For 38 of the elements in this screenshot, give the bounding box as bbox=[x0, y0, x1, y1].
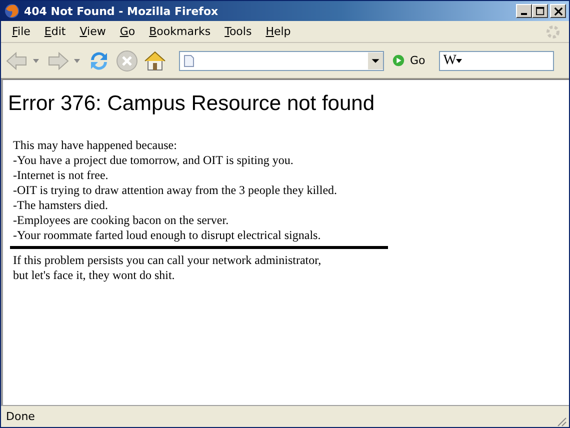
reason-text: -Employees are cooking bacon on the server. bbox=[13, 213, 230, 228]
close-icon bbox=[554, 6, 562, 16]
menu-item[interactable]: Help bbox=[258, 25, 298, 38]
menu-item[interactable]: Bookmarks bbox=[142, 25, 218, 38]
close-button[interactable] bbox=[550, 4, 566, 18]
menu-item[interactable]: Edit bbox=[37, 25, 73, 38]
reason-text: -Internet is not free. bbox=[13, 168, 110, 183]
reason-text: -Your roommate farted loud enough to disrupt electrical signals. bbox=[13, 228, 322, 243]
menu-item[interactable]: View bbox=[72, 25, 113, 38]
maximize-button[interactable] bbox=[532, 4, 548, 18]
footer-text: but let's face it, they wont do shit. bbox=[13, 268, 176, 283]
reason-text: -You have a project due tomorrow, and OIT is spiting you. bbox=[13, 153, 294, 168]
go-button[interactable]: Go bbox=[388, 54, 430, 67]
intro-text: This may have happened because: bbox=[13, 138, 178, 153]
throbber-icon bbox=[545, 24, 561, 40]
page-icon bbox=[184, 54, 194, 66]
stop-icon[interactable] bbox=[115, 48, 139, 72]
search-field[interactable]: W bbox=[439, 50, 554, 70]
error-heading: Error 376: Campus Resource not found bbox=[8, 92, 376, 116]
menu-item[interactable]: Go bbox=[112, 25, 142, 38]
status-text: Done bbox=[6, 410, 36, 423]
reason-text: -OIT is trying to draw attention away from the 3 people they killed. bbox=[13, 183, 338, 198]
globe-icon bbox=[4, 3, 20, 19]
reason-text: -The hamsters died. bbox=[13, 198, 109, 213]
minimize-button[interactable] bbox=[516, 4, 532, 18]
menu-item[interactable]: File bbox=[5, 25, 38, 38]
play-icon bbox=[392, 54, 405, 67]
menu-item[interactable]: Tools bbox=[218, 25, 259, 38]
maximize-icon bbox=[536, 6, 544, 16]
minimize-icon bbox=[521, 12, 527, 14]
window-title: 404 Not Found - Mozilla Firefox bbox=[24, 4, 220, 18]
footer-text: If this problem persists you can call your network administrator, bbox=[13, 253, 322, 268]
resize-grip-icon[interactable] bbox=[555, 415, 567, 427]
caret-icon bbox=[456, 58, 462, 62]
home-icon[interactable] bbox=[143, 48, 167, 72]
dropdown-caret-icon[interactable] bbox=[33, 58, 39, 62]
dropdown-caret-icon[interactable] bbox=[74, 58, 80, 62]
address-field[interactable] bbox=[179, 50, 384, 70]
